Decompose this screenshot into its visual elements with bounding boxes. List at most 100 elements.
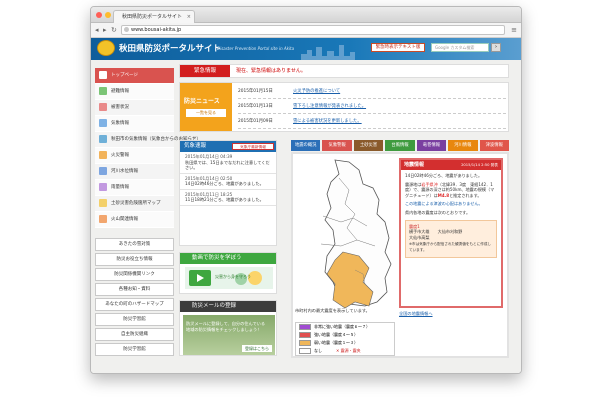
sidebar-item[interactable]: 土砂災害危険箇所マップ [95, 196, 174, 212]
sidebar-item[interactable]: 雨量情報 [95, 180, 174, 196]
epicenter-marker-legend: ✕ 震源・震央 [336, 348, 361, 353]
quake-flash-text: 14日02時46分ごろ、地震がありました。 [185, 181, 264, 186]
news-label: 防災ニュース [184, 98, 220, 105]
sidebar-item-label: 火山関連情報 [111, 217, 138, 222]
mail-banner[interactable]: 防災メールに登録して、自分の住んでいる 地域の防災情報をチェックしましょう！ 登… [183, 315, 275, 355]
intensity-note: 県内各地の震度は次のとおりです。 [405, 209, 471, 215]
search-go-button[interactable]: › [491, 43, 501, 52]
magnitude-value: M4.8 [437, 192, 450, 198]
emergency-label: 緊急情報 [180, 65, 230, 77]
sidebar-item[interactable]: トップページ [95, 68, 174, 84]
sidebar-banner[interactable]: 防災お役立ち情報 [95, 253, 174, 266]
sidebar-item[interactable]: 気象情報 [95, 116, 174, 132]
map-tab[interactable]: 津波情報 [479, 140, 509, 151]
sidebar-item-label: 雨量情報 [111, 185, 129, 190]
tab-close-icon[interactable]: × [187, 11, 191, 23]
browser-menu-icon[interactable]: ≡ [511, 26, 517, 35]
news-more-button[interactable]: 一覧を見る [186, 109, 226, 117]
sidebar-item[interactable]: 火山関連情報 [95, 212, 174, 228]
quake-flash-item[interactable]: 2015年01月14日 02:50 14日02時46分ごろ、地震がありました。 [180, 174, 276, 190]
legend-row: 非常に強い地震（震度６～７） [296, 323, 394, 331]
map-tab[interactable]: 河川情報 [448, 140, 478, 151]
map-tab-bar: 地震の概況 気象警報 土砂災害 台風情報 竜巻情報 河川情報 津波情報 [291, 140, 509, 152]
landslide-icon [99, 199, 107, 207]
sidebar-item[interactable]: 避難情報 [95, 84, 174, 100]
legend-label: 強い地震（震度４～５） [314, 332, 358, 337]
home-icon [99, 71, 107, 79]
search-input[interactable]: Google カスタム検索 [431, 43, 489, 52]
sidebar-banner[interactable]: 防災学習館 [95, 313, 174, 326]
emergency-text: 現在、緊急情報はありません。 [236, 68, 306, 74]
quake-epicenter: 震源地は岩手県沖（北緯39．3度 東経142．1度）で、震源の深さは約50km、… [405, 182, 497, 199]
jma-link-button[interactable]: 気象庁最新情報 [232, 143, 274, 150]
video-header: 動画で防災を学ぼう [180, 253, 276, 264]
sidebar-item[interactable]: 秋田市の気象情報（気象台からのお知らせ） [95, 132, 201, 148]
quake-info-header: 地震情報 2015/1/14 2:50 発表 [401, 160, 501, 170]
site-header: 秋田県防災ポータルサイト Disaster Prevention Portal … [91, 38, 521, 60]
news-item[interactable]: 2015年01月15日 火災予防の推進について [238, 85, 506, 99]
sidebar-item[interactable]: 河川水位情報 [95, 164, 174, 180]
sidebar-item[interactable]: 火災警報 [95, 148, 174, 164]
map-tab[interactable]: 土砂災害 [353, 140, 384, 151]
map-tab[interactable]: 竜巻情報 [416, 140, 447, 151]
forward-icon[interactable]: ▸ [103, 25, 107, 35]
legend-row: なし ✕ 震源・震央 [296, 347, 394, 355]
sidebar-item[interactable]: 被害状況 [95, 100, 174, 116]
sidebar-banner[interactable]: 各種お知・資料 [95, 283, 174, 296]
text-only-button[interactable]: 緊急時表示テキスト版 [371, 43, 425, 52]
sidebar-banner[interactable]: 自主防災組織 [95, 328, 174, 341]
news-title[interactable]: 雪による被害状況を更新しました。 [293, 119, 362, 124]
epicenter-prefix: 震源地は [405, 181, 422, 187]
mail-line-2: 地域の防災情報をチェックしましょう！ [186, 327, 262, 332]
browser-titlebar: 秋田県防災ポータルサイト × [91, 7, 521, 23]
site-logo-icon[interactable] [97, 40, 115, 56]
address-input[interactable]: www.bousai-akita.jp [121, 25, 505, 35]
sidebar-banner[interactable]: あきたの雪対策 [95, 238, 174, 251]
skyline-icon [301, 45, 355, 60]
map-tab[interactable]: 地震の概況 [291, 140, 321, 151]
close-window-dot[interactable] [96, 12, 102, 18]
quake-info-datetime: 2015/1/14 2:50 発表 [461, 163, 498, 167]
quake-info-body: 14日02時46分ごろ、地震がありました。 震源地は岩手県沖（北緯39．3度 東… [401, 170, 501, 261]
legend-swatch [299, 348, 311, 354]
umbrella-icon [99, 183, 107, 191]
news-item[interactable]: 2015年01月13日 雪下ろし注意情報が発表されました。 [238, 100, 506, 114]
legend-caption: 市町村内の最大震度を表示しています。 [295, 308, 370, 313]
quake-flash-item[interactable]: 2015年01月11日 18:25 11日18時21分ごろ、地震がありました。 [180, 190, 276, 206]
legend-row: 弱い地震（震度１～３） [296, 339, 394, 347]
emergency-panel: 緊急情報 現在、緊急情報はありません。 [179, 64, 509, 78]
minimize-window-dot[interactable] [105, 12, 111, 18]
tab-title: 秋田県防災ポータルサイト [122, 14, 183, 20]
sidebar-banner[interactable]: 防災学習館 [95, 343, 174, 356]
browser-window: 秋田県防災ポータルサイト × ◂ ▸ ↻ www.bousai-akita.jp… [90, 6, 522, 374]
epicenter-place: 岩手県沖 [421, 181, 438, 187]
video-panel[interactable]: 動画で防災を学ぼう 災害から身を守ろう [179, 252, 277, 294]
sidebar-item-label: 土砂災害危険箇所マップ [111, 201, 161, 206]
news-date: 2015年01月13日 [238, 104, 273, 109]
legend-label: 非常に強い地震（震度６～７） [314, 324, 370, 329]
reload-icon[interactable]: ↻ [111, 25, 117, 35]
video-thumbnail[interactable]: 災害から身を守ろう [185, 267, 273, 289]
mail-panel[interactable]: 防災メールの登録 防災メールに登録して、自分の住んでいる 地域の防災情報をチェッ… [179, 300, 277, 356]
national-quake-link[interactable]: 全国の地震情報へ [399, 311, 433, 317]
quake-flash-panel: 気象速報 気象庁最新情報 2015年01月14日 04:39 秋田県では、15日ま… [179, 140, 277, 246]
map-tab[interactable]: 気象警報 [322, 140, 352, 151]
river-icon [99, 167, 107, 175]
sidebar-banner[interactable]: あなたの町のハザードマップ [95, 298, 174, 311]
news-title[interactable]: 雪下ろし注意情報が発表されました。 [293, 104, 366, 109]
news-title[interactable]: 火災予防の推進について [293, 89, 340, 94]
site-title[interactable]: 秋田県防災ポータルサイト [119, 42, 221, 54]
browser-tab[interactable]: 秋田県防災ポータルサイト × [113, 10, 195, 23]
sidebar-banner[interactable]: 防災関係機関リンク [95, 268, 174, 281]
back-icon[interactable]: ◂ [95, 25, 99, 35]
sidebar-item-label: 被害状況 [111, 105, 129, 110]
legend-label: なし [314, 348, 322, 353]
quake-flash-label: 気象速報 [184, 143, 207, 149]
mail-register-button[interactable]: 登録はこちら [242, 345, 272, 352]
news-item[interactable]: 2015年01月09日 雪による被害状況を更新しました。 [238, 115, 506, 129]
quake-flash-text: 11日18時21分ごろ、地震がありました。 [185, 197, 264, 202]
quake-flash-item[interactable]: 2015年01月14日 04:39 秋田県では、15日までなだれに注意してください… [180, 152, 276, 174]
map-panel: 地震情報 2015/1/14 2:50 発表 14日02時46分ごろ、地震があり… [291, 152, 509, 358]
map-tab[interactable]: 台風情報 [385, 140, 415, 151]
legend-swatch [299, 332, 311, 338]
